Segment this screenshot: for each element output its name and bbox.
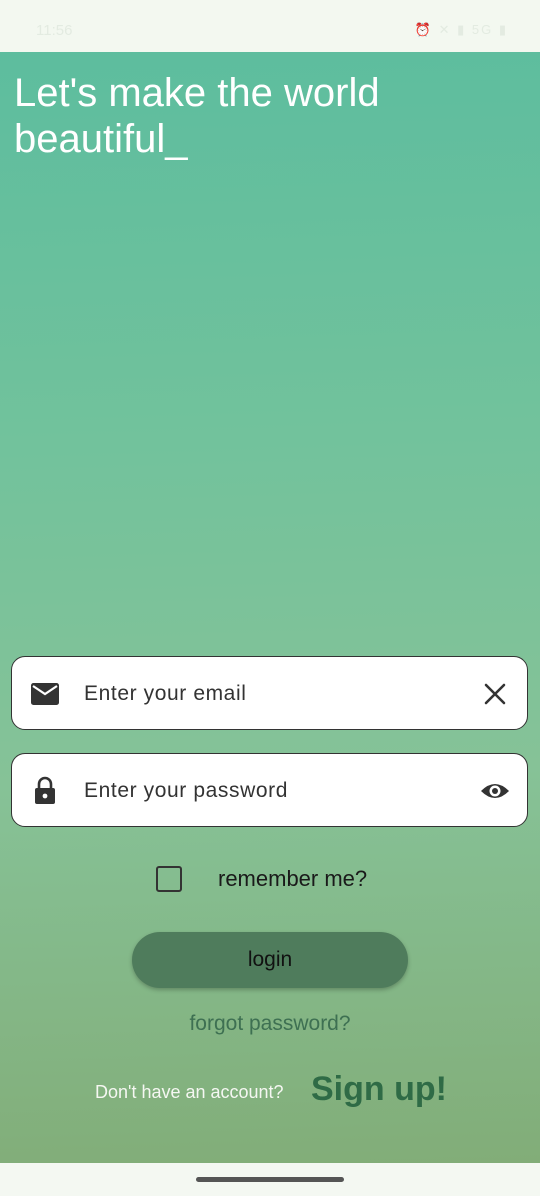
status-icons: ⏰ ✕ ▮ 5G ▮ xyxy=(414,22,508,37)
lock-icon xyxy=(35,776,55,804)
navigation-bar xyxy=(0,1163,540,1196)
signup-prompt: Don't have an account? xyxy=(95,1082,284,1102)
email-input[interactable] xyxy=(82,673,456,715)
close-icon[interactable] xyxy=(479,679,511,709)
status-time: 11:56 xyxy=(36,22,73,39)
password-field[interactable] xyxy=(11,753,528,827)
forgot-password-link[interactable]: forgot password? xyxy=(0,1012,540,1036)
home-gesture-handle[interactable] xyxy=(196,1177,344,1182)
eye-icon[interactable] xyxy=(479,776,511,806)
remember-me-checkbox[interactable] xyxy=(156,866,182,892)
background-gradient xyxy=(0,52,540,1163)
signup-link[interactable]: Sign up! xyxy=(311,1070,447,1109)
email-field[interactable] xyxy=(11,656,528,730)
login-button[interactable]: login xyxy=(132,932,408,988)
signup-row: Don't have an account? Sign up! xyxy=(95,1070,515,1114)
mail-icon xyxy=(31,683,59,705)
password-input[interactable] xyxy=(82,770,456,812)
status-bar: 11:56 ⏰ ✕ ▮ 5G ▮ xyxy=(0,0,540,52)
remember-me-label: remember me? xyxy=(218,866,368,891)
page-headline: Let's make the world beautiful_ xyxy=(14,71,380,161)
